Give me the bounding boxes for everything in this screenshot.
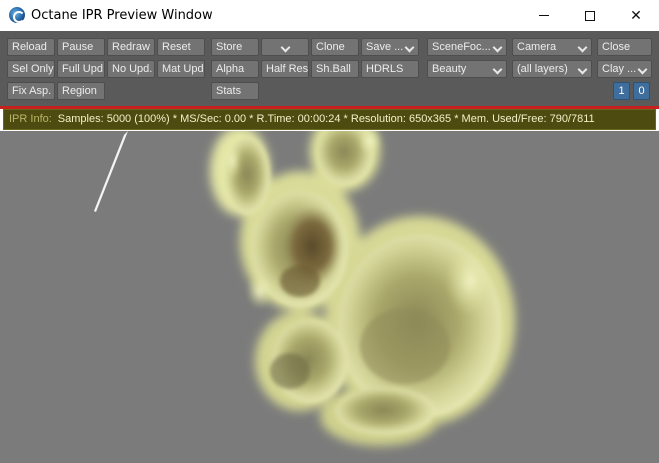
store-slot-dropdown[interactable] bbox=[261, 38, 309, 56]
clone-button[interactable]: Clone bbox=[311, 38, 359, 56]
title-bar: Octane IPR Preview Window ✕ bbox=[0, 0, 659, 31]
pause-button[interactable]: Pause bbox=[57, 38, 105, 56]
gpu-1-toggle[interactable]: 1 bbox=[613, 82, 630, 100]
sel-only-button[interactable]: Sel Only bbox=[7, 60, 55, 78]
minimize-button[interactable] bbox=[521, 0, 567, 31]
save-dropdown[interactable]: Save ... bbox=[361, 38, 419, 56]
light-streak bbox=[94, 131, 128, 212]
render-viewport[interactable] bbox=[0, 131, 659, 463]
store-button[interactable]: Store bbox=[211, 38, 259, 56]
shader-ball-button[interactable]: Sh.Ball bbox=[311, 60, 359, 78]
layers-dropdown[interactable]: (all layers) bbox=[512, 60, 592, 78]
full-update-button[interactable]: Full Upd. bbox=[57, 60, 105, 78]
close-icon: ✕ bbox=[630, 7, 642, 24]
fix-aspect-button[interactable]: Fix Asp. bbox=[7, 82, 55, 100]
camera-dropdown[interactable]: Camera bbox=[512, 38, 592, 56]
close-window-button[interactable]: ✕ bbox=[613, 0, 659, 31]
reload-button[interactable]: Reload bbox=[7, 38, 55, 56]
maximize-icon bbox=[585, 10, 595, 21]
material-update-button[interactable]: Mat Upd bbox=[157, 60, 205, 78]
kernel-dropdown[interactable]: Clay ... bbox=[597, 60, 652, 78]
minimize-icon bbox=[539, 15, 549, 16]
ipr-toolbar: Reload Pause Redraw Reset Store Clone Sa… bbox=[0, 31, 659, 106]
alpha-button[interactable]: Alpha bbox=[211, 60, 259, 78]
gpu-0-toggle[interactable]: 0 bbox=[633, 82, 650, 100]
half-res-button[interactable]: Half Res bbox=[261, 60, 309, 78]
ipr-info-text: Samples: 5000 (100%) * MS/Sec: 0.00 * R.… bbox=[57, 113, 595, 125]
reset-button[interactable]: Reset bbox=[157, 38, 205, 56]
hdrls-button[interactable]: HDRLS bbox=[361, 60, 419, 78]
octane-logo-icon bbox=[9, 7, 25, 23]
ipr-info-label: IPR Info: bbox=[9, 113, 52, 125]
ipr-info-bar: IPR Info: Samples: 5000 (100%) * MS/Sec: … bbox=[3, 109, 656, 130]
stats-button[interactable]: Stats bbox=[211, 82, 259, 100]
render-image bbox=[94, 131, 515, 446]
render-pass-dropdown[interactable]: Beauty bbox=[427, 60, 507, 78]
region-button[interactable]: Region bbox=[57, 82, 105, 100]
scene-focus-dropdown[interactable]: SceneFoc... bbox=[427, 38, 507, 56]
close-button[interactable]: Close bbox=[597, 38, 652, 56]
redraw-button[interactable]: Redraw bbox=[107, 38, 155, 56]
maximize-button[interactable] bbox=[567, 0, 613, 31]
window-title: Octane IPR Preview Window bbox=[31, 8, 213, 23]
no-update-button[interactable]: No Upd. bbox=[107, 60, 155, 78]
